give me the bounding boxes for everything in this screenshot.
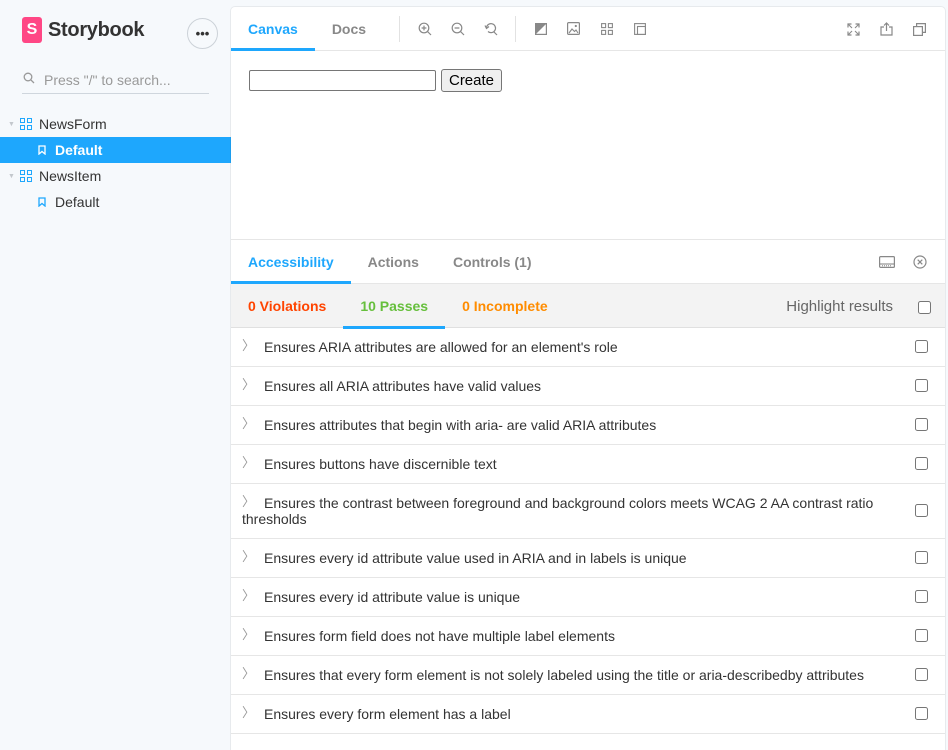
main-panel: Canvas Docs Create Accessibility Actions… bbox=[231, 7, 945, 750]
list-item[interactable]: 〉 Ensures form field does not have multip… bbox=[231, 617, 945, 656]
tab-canvas[interactable]: Canvas bbox=[231, 7, 315, 51]
bookmark-icon bbox=[37, 145, 47, 156]
chevron-right-icon: 〉 bbox=[242, 494, 256, 509]
tab-docs[interactable]: Docs bbox=[315, 7, 383, 51]
close-panel-icon[interactable] bbox=[903, 240, 936, 284]
list-item[interactable]: 〉 Ensures every form element has a label bbox=[231, 695, 945, 734]
chevron-right-icon: 〉 bbox=[242, 338, 256, 353]
list-item[interactable]: 〉 Ensures that every form element is not … bbox=[231, 656, 945, 695]
rule-highlight-checkbox[interactable] bbox=[915, 379, 928, 392]
chevron-right-icon: 〉 bbox=[242, 455, 256, 470]
rule-description: Ensures all ARIA attributes have valid v… bbox=[264, 378, 542, 394]
component-icon bbox=[19, 117, 33, 131]
list-item[interactable]: 〉 Ensures buttons have discernible text bbox=[231, 445, 945, 484]
chevron-right-icon: 〉 bbox=[242, 377, 256, 392]
caret-down-icon: ▼ bbox=[8, 120, 15, 128]
rule-description: Ensures every form element has a label bbox=[264, 706, 511, 722]
component-icon bbox=[19, 169, 33, 183]
rule-highlight-checkbox[interactable] bbox=[915, 418, 928, 431]
tab-actions[interactable]: Actions bbox=[351, 240, 436, 284]
storybook-logo-icon: S bbox=[22, 17, 42, 43]
tab-incomplete[interactable]: 0 Incomplete bbox=[445, 284, 565, 328]
tree-component-newsitem[interactable]: ▼ NewsItem bbox=[0, 163, 231, 189]
rule-highlight-checkbox[interactable] bbox=[915, 668, 928, 681]
rule-description: Ensures every id attribute value is uniq… bbox=[264, 589, 521, 605]
search-icon bbox=[22, 72, 44, 87]
news-title-input[interactable] bbox=[249, 70, 436, 91]
share-icon[interactable] bbox=[870, 7, 903, 51]
create-button[interactable]: Create bbox=[441, 69, 502, 92]
tree-story-newsform-default[interactable]: Default bbox=[0, 137, 231, 163]
story-canvas: Create bbox=[231, 51, 945, 240]
list-item[interactable]: 〉 Ensures ARIA attributes are allowed for… bbox=[231, 328, 945, 367]
rule-highlight-checkbox[interactable] bbox=[915, 707, 928, 720]
chevron-right-icon: 〉 bbox=[242, 588, 256, 603]
fullscreen-icon[interactable] bbox=[837, 7, 870, 51]
rule-description: Ensures form field does not have multipl… bbox=[264, 628, 615, 644]
zoom-out-icon[interactable] bbox=[441, 7, 474, 51]
highlight-results-label: Highlight results bbox=[786, 297, 893, 315]
background-icon[interactable] bbox=[524, 7, 557, 51]
addons-tabs: Accessibility Actions Controls (1) bbox=[231, 240, 945, 284]
tab-accessibility[interactable]: Accessibility bbox=[231, 240, 351, 284]
list-item[interactable]: 〉 Ensures attributes that begin with aria… bbox=[231, 406, 945, 445]
copy-icon[interactable] bbox=[903, 7, 936, 51]
chevron-right-icon: 〉 bbox=[242, 549, 256, 564]
search-input[interactable] bbox=[44, 71, 204, 88]
grid-icon[interactable] bbox=[590, 7, 623, 51]
tab-violations[interactable]: 0 Violations bbox=[231, 284, 343, 328]
image-icon[interactable] bbox=[557, 7, 590, 51]
rule-highlight-checkbox[interactable] bbox=[915, 629, 928, 642]
rule-description: Ensures attributes that begin with aria-… bbox=[264, 417, 657, 433]
rule-highlight-checkbox[interactable] bbox=[915, 551, 928, 564]
toolbar-right bbox=[837, 7, 936, 51]
toolbar-divider bbox=[399, 15, 401, 42]
tree-item-label: NewsForm bbox=[39, 116, 107, 132]
rule-highlight-checkbox[interactable] bbox=[915, 340, 928, 353]
list-item[interactable]: 〉 Ensures every id attribute value is uni… bbox=[231, 578, 945, 617]
bookmark-icon bbox=[37, 197, 47, 208]
rule-highlight-checkbox[interactable] bbox=[915, 504, 928, 517]
tab-passes[interactable]: 10 Passes bbox=[343, 284, 445, 329]
chevron-right-icon: 〉 bbox=[242, 705, 256, 720]
tab-controls[interactable]: Controls (1) bbox=[436, 240, 549, 284]
a11y-result-tabs: 0 Violations 10 Passes 0 Incomplete High… bbox=[231, 284, 945, 329]
chevron-right-icon: 〉 bbox=[242, 666, 256, 681]
rule-description: Ensures buttons have discernible text bbox=[264, 456, 497, 472]
story-tree: ▼ NewsForm Default ▼ NewsItem Default bbox=[0, 111, 231, 215]
zoom-reset-icon[interactable] bbox=[474, 7, 507, 51]
highlight-results-checkbox[interactable] bbox=[918, 301, 931, 314]
storybook-logo-text: Storybook bbox=[48, 18, 145, 41]
outline-icon[interactable] bbox=[623, 7, 656, 51]
rule-description: Ensures every id attribute value used in… bbox=[264, 550, 687, 566]
caret-down-icon: ▼ bbox=[8, 172, 15, 180]
storybook-logo[interactable]: S Storybook bbox=[22, 17, 145, 43]
highlight-results: Highlight results bbox=[786, 284, 931, 328]
tree-story-newsitem-default[interactable]: Default bbox=[0, 189, 231, 215]
preview-toolbar: Canvas Docs bbox=[231, 7, 945, 51]
list-item[interactable]: 〉 Ensures all ARIA attributes have valid … bbox=[231, 367, 945, 406]
search-box bbox=[22, 66, 209, 94]
panel-orientation-icon[interactable] bbox=[870, 240, 903, 284]
rule-description: Ensures the contrast between foreground … bbox=[242, 495, 874, 527]
addons-panel-controls bbox=[870, 240, 936, 284]
chevron-right-icon: 〉 bbox=[242, 416, 256, 431]
zoom-in-icon[interactable] bbox=[408, 7, 441, 51]
list-item[interactable]: 〉 Ensures every id attribute value used i… bbox=[231, 539, 945, 578]
rule-description: Ensures that every form element is not s… bbox=[264, 667, 864, 683]
rule-description: Ensures ARIA attributes are allowed for … bbox=[264, 339, 618, 355]
list-item[interactable]: 〉 Ensures the contrast between foreground… bbox=[231, 484, 945, 539]
rule-highlight-checkbox[interactable] bbox=[915, 590, 928, 603]
a11y-rules-list: 〉 Ensures ARIA attributes are allowed for… bbox=[231, 328, 945, 734]
sidebar: S Storybook ••• ▼ NewsForm Default ▼ New… bbox=[0, 0, 231, 750]
toolbar-divider bbox=[515, 15, 517, 42]
tree-item-label: NewsItem bbox=[39, 168, 102, 184]
tree-item-label: Default bbox=[55, 194, 100, 210]
chevron-right-icon: 〉 bbox=[242, 627, 256, 642]
tree-component-newsform[interactable]: ▼ NewsForm bbox=[0, 111, 231, 137]
tree-item-label: Default bbox=[55, 142, 103, 158]
rule-highlight-checkbox[interactable] bbox=[915, 457, 928, 470]
sidebar-menu-button[interactable]: ••• bbox=[187, 18, 218, 49]
